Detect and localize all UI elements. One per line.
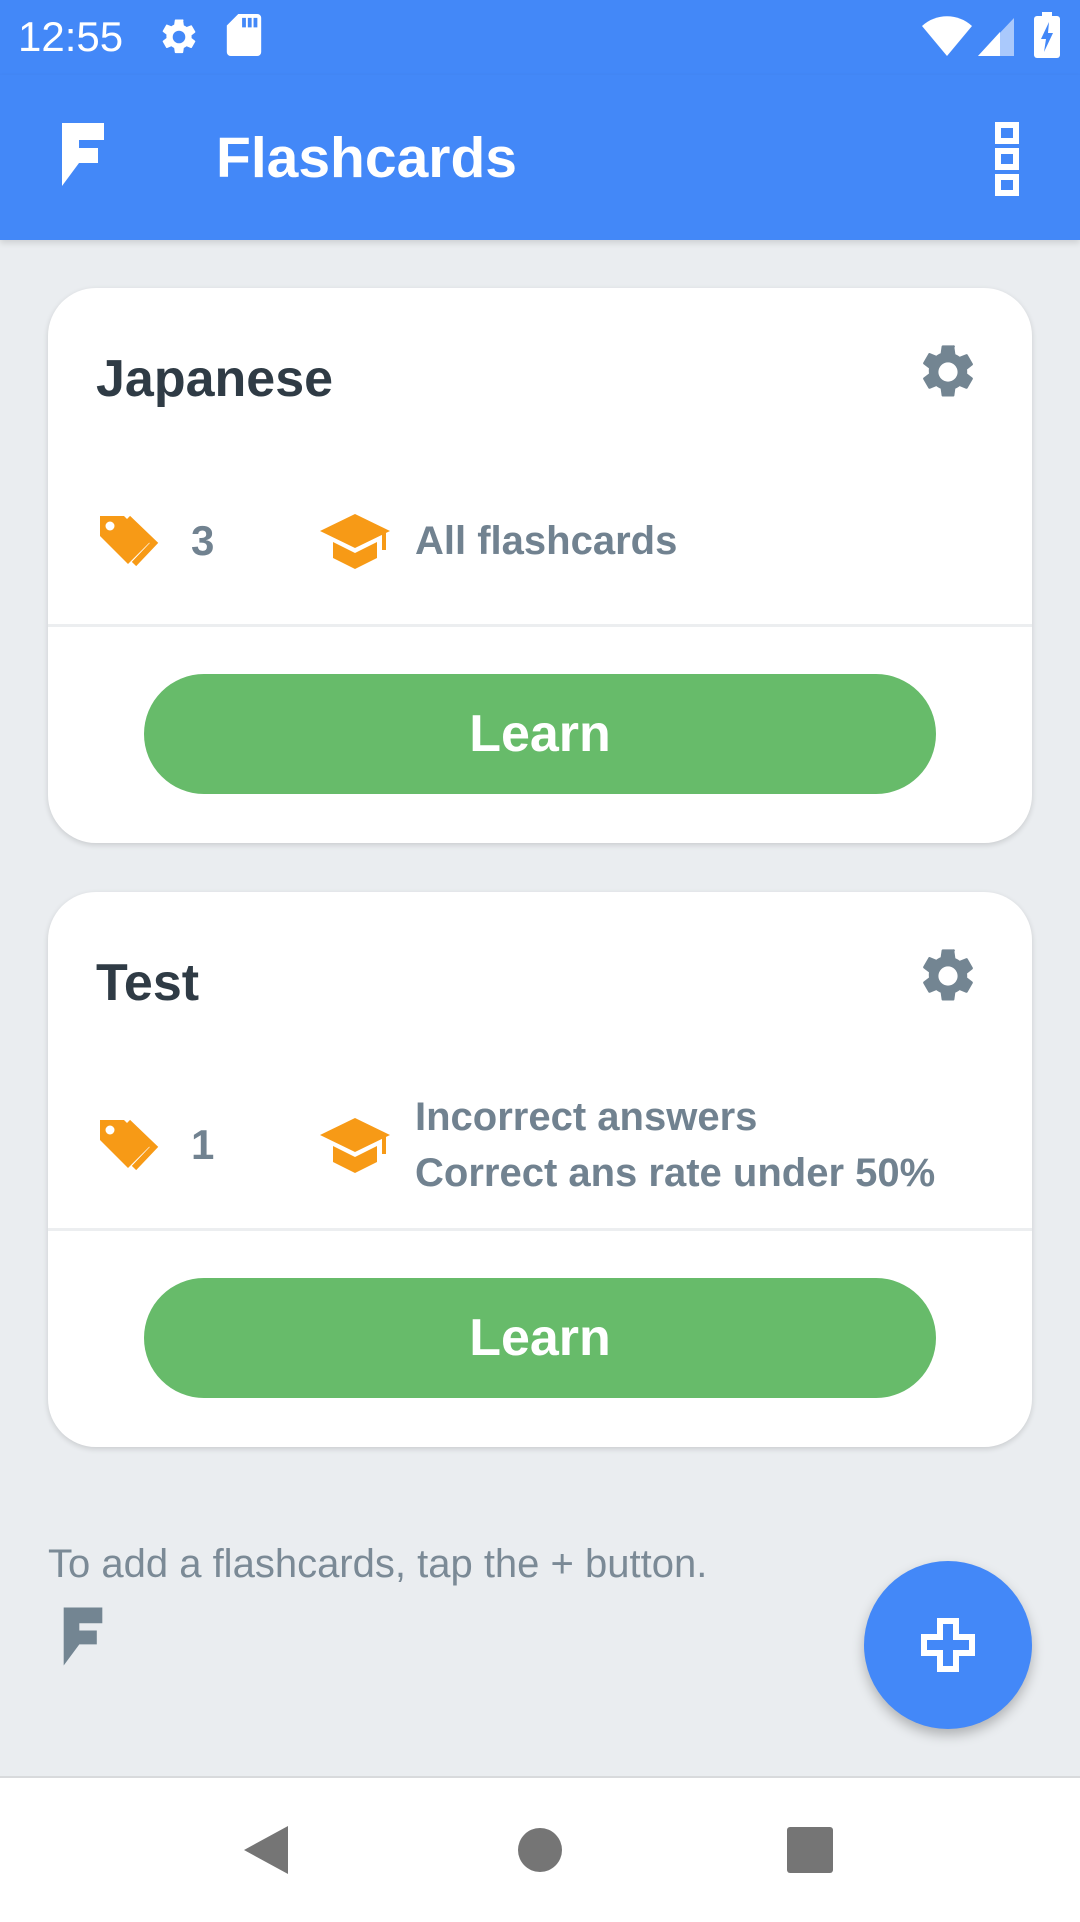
add-icon [921,1618,975,1672]
card-divider [48,1228,1032,1231]
signal-icon [978,18,1014,56]
deck-title: Japanese [96,350,334,408]
add-flashcards-hint: To add a flashcards, tap the + button. [48,1542,708,1586]
status-bar: 12:55 [0,0,1080,75]
sd-card-icon [226,14,262,56]
more-vertical-icon [995,122,1019,196]
settings-icon [162,19,196,54]
card-divider [48,624,1032,627]
tag-count: 3 [191,517,215,564]
deck-card-test: Test 1 Incorrect answers Correct ans rat… [48,892,1032,1447]
home-icon[interactable] [508,1818,572,1882]
deck-title: Test [96,954,200,1012]
app-title: Flashcards [216,126,517,190]
learning-mode-line: All flashcards [415,519,678,563]
battery-charging-icon [1034,12,1060,58]
add-deck-button[interactable] [864,1561,1032,1729]
flashcards-logo-icon [63,1607,103,1666]
wifi-icon [922,16,972,56]
back-icon[interactable] [236,1818,300,1882]
gear-icon[interactable] [916,340,980,404]
navigation-bar [0,1776,1080,1922]
graduation-cap-icon [320,1118,390,1173]
tags-icon [100,515,159,567]
app-bar: Flashcards [0,75,1080,240]
learn-button[interactable]: Learn [144,674,936,794]
tags-icon [100,1119,159,1171]
deck-card-japanese: Japanese 3 All flashcards Learn [48,288,1032,843]
learning-mode-line: Correct ans rate under 50% [415,1151,936,1195]
learning-mode: Incorrect answers Correct ans rate under… [415,1089,935,1201]
learning-mode: All flashcards [415,513,677,569]
learning-mode-line: Incorrect answers [415,1095,758,1139]
learn-button[interactable]: Learn [144,1278,936,1398]
gear-icon[interactable] [916,944,980,1008]
graduation-cap-icon [320,514,390,569]
recents-icon[interactable] [778,1818,842,1882]
status-time: 12:55 [18,13,124,60]
more-options-button[interactable] [985,115,1041,201]
flashcards-logo-icon [62,123,104,186]
tag-count: 1 [191,1121,215,1168]
